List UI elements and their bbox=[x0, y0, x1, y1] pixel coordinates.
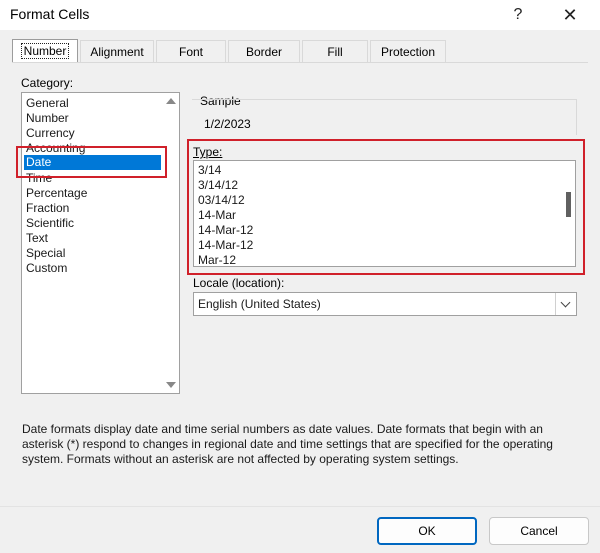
window-title: Format Cells bbox=[10, 6, 90, 22]
format-cells-dialog: Format Cells ? ✕ Number Alignment Font B… bbox=[0, 0, 600, 553]
chevron-down-icon bbox=[560, 297, 571, 308]
tab-font[interactable]: Font bbox=[156, 40, 226, 62]
category-item-special[interactable]: Special bbox=[26, 246, 65, 261]
locale-label: Locale (location): bbox=[193, 276, 285, 290]
cancel-button[interactable]: Cancel bbox=[489, 517, 589, 545]
category-item-custom[interactable]: Custom bbox=[26, 261, 67, 276]
ok-button[interactable]: OK bbox=[377, 517, 477, 545]
category-item-currency[interactable]: Currency bbox=[26, 126, 75, 141]
tab-protection[interactable]: Protection bbox=[370, 40, 446, 62]
locale-value: English (United States) bbox=[198, 297, 321, 311]
footer-divider bbox=[0, 506, 600, 507]
category-label: Category: bbox=[21, 76, 74, 90]
locale-dropdown-button[interactable] bbox=[555, 293, 576, 315]
category-item-fraction[interactable]: Fraction bbox=[26, 201, 69, 216]
tab-fill[interactable]: Fill bbox=[302, 40, 368, 62]
tab-number[interactable]: Number bbox=[12, 39, 78, 63]
tab-border[interactable]: Border bbox=[228, 40, 300, 62]
category-item-scientific[interactable]: Scientific bbox=[26, 216, 74, 231]
type-highlight-box bbox=[187, 139, 585, 275]
sample-value: 1/2/2023 bbox=[204, 117, 251, 131]
scroll-down-arrow-icon[interactable] bbox=[166, 382, 176, 388]
category-item-number[interactable]: Number bbox=[26, 111, 69, 126]
date-highlight-box bbox=[16, 146, 167, 178]
close-icon[interactable]: ✕ bbox=[548, 0, 592, 30]
category-item-general[interactable]: General bbox=[26, 96, 69, 111]
scroll-up-arrow-icon[interactable] bbox=[166, 98, 176, 104]
category-item-percentage[interactable]: Percentage bbox=[26, 186, 87, 201]
format-description: Date formats display date and time seria… bbox=[22, 422, 553, 466]
title-bar: Format Cells ? ✕ bbox=[0, 0, 600, 30]
category-list[interactable]: General Number Currency Accounting Date … bbox=[21, 92, 180, 394]
tab-alignment[interactable]: Alignment bbox=[80, 40, 154, 62]
locale-dropdown[interactable]: English (United States) bbox=[193, 292, 577, 316]
category-scrollbar[interactable] bbox=[163, 93, 179, 393]
category-item-text[interactable]: Text bbox=[26, 231, 48, 246]
help-icon[interactable]: ? bbox=[496, 0, 540, 30]
